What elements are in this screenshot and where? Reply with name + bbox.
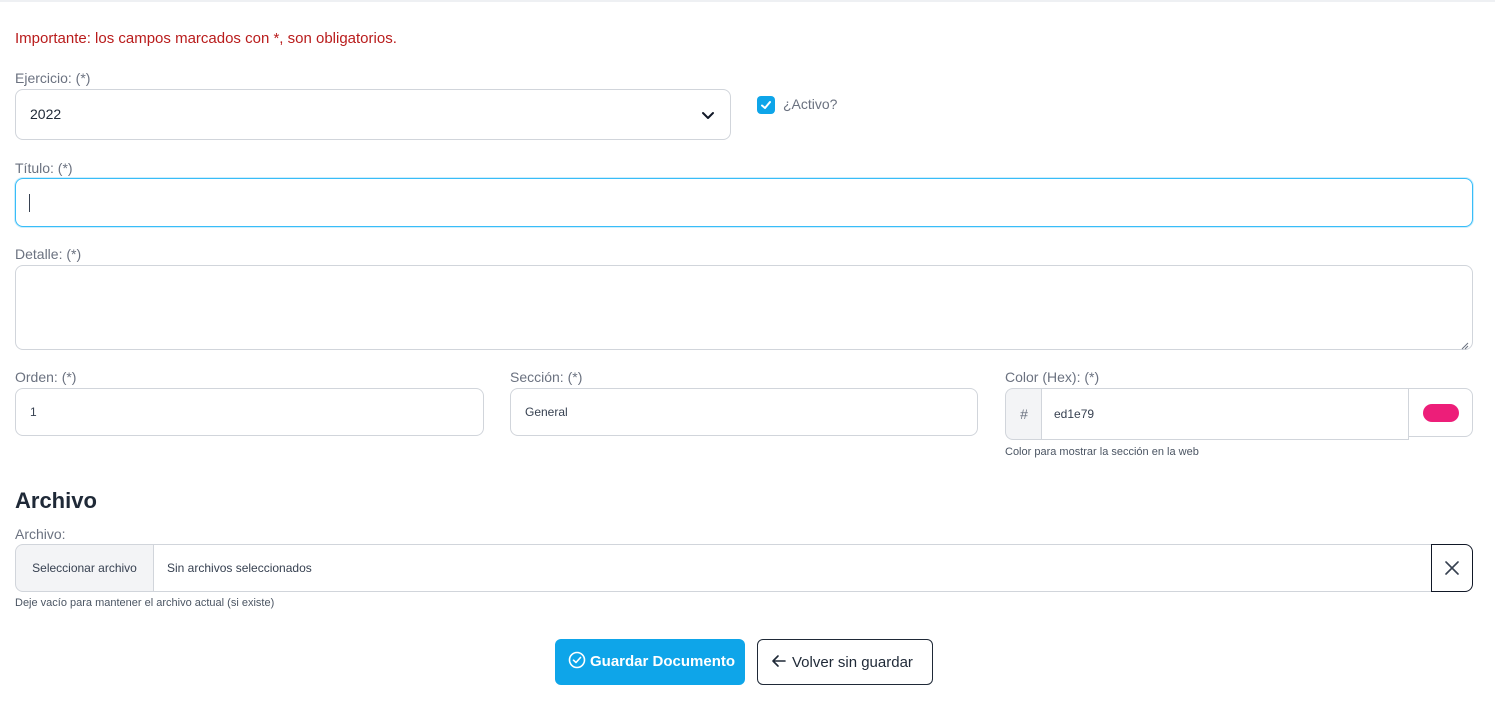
resize-handle-icon[interactable] <box>1461 338 1469 350</box>
back-without-saving-label: Volver sin guardar <box>792 654 913 671</box>
color-swatch <box>1423 404 1459 422</box>
save-document-button[interactable]: Guardar Documento <box>555 639 745 685</box>
chevron-down-icon <box>700 107 716 123</box>
check-icon <box>761 101 771 109</box>
orden-value: 1 <box>30 405 37 419</box>
ejercicio-select[interactable]: 2022 <box>15 89 731 140</box>
color-hex-value: ed1e79 <box>1054 407 1095 421</box>
color-label: Color (Hex): (*) <box>1005 369 1100 385</box>
close-icon <box>1445 561 1459 575</box>
clear-file-button[interactable] <box>1431 544 1473 592</box>
required-fields-notice: Importante: los campos marcados con *, s… <box>15 30 397 47</box>
archivo-section-title: Archivo <box>15 488 97 513</box>
titulo-label: Título: (*) <box>15 160 73 176</box>
file-input-group: Seleccionar archivo Sin archivos selecci… <box>15 544 1473 592</box>
archivo-help-text: Deje vacío para mantener el archivo actu… <box>15 597 275 609</box>
detalle-label: Detalle: (*) <box>15 246 82 262</box>
orden-label: Orden: (*) <box>15 369 77 385</box>
seccion-value: General <box>525 405 568 419</box>
activo-label[interactable]: ¿Activo? <box>783 96 837 112</box>
detalle-textarea[interactable] <box>15 265 1473 350</box>
top-border <box>0 0 1495 2</box>
color-picker[interactable] <box>1408 388 1473 437</box>
seccion-label: Sección: (*) <box>510 369 583 385</box>
back-without-saving-button[interactable]: Volver sin guardar <box>757 639 933 685</box>
color-hex-input[interactable]: ed1e79 <box>1041 388 1409 440</box>
hash-prefix: # <box>1005 388 1042 440</box>
text-caret <box>29 194 30 212</box>
color-input-group: # ed1e79 <box>1005 388 1473 440</box>
orden-input[interactable]: 1 <box>15 388 484 436</box>
seccion-input[interactable]: General <box>510 388 978 436</box>
activo-checkbox[interactable] <box>757 96 775 114</box>
arrow-left-icon <box>771 653 787 673</box>
check-circle-icon <box>568 651 586 673</box>
titulo-input[interactable] <box>15 178 1473 227</box>
file-status[interactable]: Sin archivos seleccionados <box>153 544 1432 592</box>
color-help-text: Color para mostrar la sección en la web <box>1005 446 1199 458</box>
ejercicio-selected-value: 2022 <box>30 106 62 122</box>
save-document-label: Guardar Documento <box>590 653 736 670</box>
ejercicio-label: Ejercicio: (*) <box>15 70 91 86</box>
archivo-label: Archivo: <box>15 526 66 542</box>
select-file-button[interactable]: Seleccionar archivo <box>15 544 154 592</box>
